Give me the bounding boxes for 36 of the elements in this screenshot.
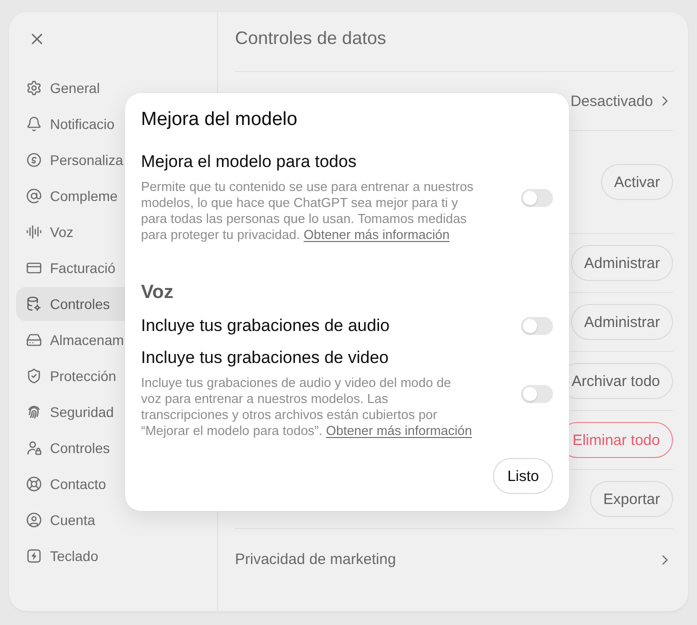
database-gear-icon — [26, 296, 42, 312]
shield-check-icon — [26, 368, 42, 384]
action-button[interactable]: Administrar — [571, 245, 673, 281]
s-circle-icon — [26, 152, 42, 168]
sidebar-item[interactable]: Contacto — [16, 467, 210, 501]
credit-card-icon — [26, 260, 42, 276]
action-button[interactable]: Exportar — [590, 481, 673, 517]
fingerprint-icon — [26, 404, 42, 420]
gear-icon — [26, 80, 42, 96]
setting-value: Desactivado — [570, 92, 653, 110]
drive-icon — [26, 332, 42, 348]
setting-title: Incluye tus grabaciones de video — [141, 349, 390, 367]
setting-description: Incluye tus grabaciones de audio y video del modo de voz para entrenar a nuestros modelos. Las transcripciones y otros archivos están cubiertos por “Mejorar el modelo para todos”. Obtener más información — [141, 375, 473, 439]
bell-icon — [26, 116, 42, 132]
action-button[interactable]: Activar — [601, 164, 673, 200]
dialog-title: Mejora del modelo — [141, 108, 298, 132]
sound-wave-icon — [26, 224, 42, 240]
sidebar-item[interactable]: Teclado — [16, 539, 210, 573]
user-lock-icon — [26, 440, 42, 456]
learn-more-link[interactable]: Obtener más información — [326, 423, 472, 438]
lifebuoy-icon — [26, 476, 42, 492]
toggle-switch[interactable] — [521, 189, 553, 207]
user-circle-icon — [26, 512, 42, 528]
toggle-switch[interactable] — [521, 317, 553, 335]
setting-title: Mejora el modelo para todos — [141, 153, 358, 171]
learn-more-link[interactable]: Obtener más información — [304, 227, 450, 242]
setting-label: Privacidad de marketing — [235, 551, 396, 568]
setting-description: Permite que tu contenido se use para entrenar a nuestros modelos, lo que hace que ChatGPT sea mejor para ti y para todas las personas que lo usan. Tomamos medidas para proteger tu privacidad. Obtener más información — [141, 179, 474, 243]
action-button[interactable]: Administrar — [571, 304, 673, 340]
toggle-switch[interactable] — [521, 385, 553, 403]
done-button[interactable]: Listo — [493, 458, 553, 494]
page-title: Controles de datos — [235, 28, 388, 49]
sidebar-item[interactable]: General — [16, 71, 210, 105]
sidebar-item[interactable]: Cuenta — [16, 503, 210, 537]
at-sign-icon — [26, 188, 42, 204]
bolt-square-icon — [26, 548, 42, 564]
